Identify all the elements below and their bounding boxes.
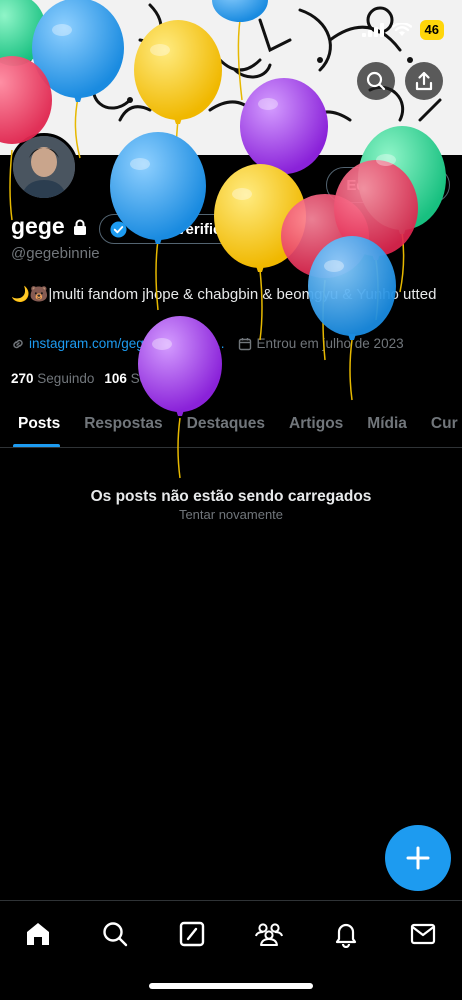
status-icons: 46 [361, 20, 444, 40]
follow-stats: 270 Seguindo 106 Seguidores [11, 371, 199, 386]
followers-link[interactable]: 106 Seguidores [104, 371, 199, 386]
nav-messages[interactable] [406, 917, 440, 951]
compose-post-button[interactable] [385, 825, 451, 891]
battery-icon: 46 [419, 20, 444, 40]
calendar-icon [239, 337, 252, 350]
notifications-icon [335, 923, 357, 948]
home-indicator[interactable] [149, 983, 313, 989]
tab-media[interactable]: Mídia [355, 400, 419, 447]
grok-icon [179, 921, 205, 947]
clock: 16:42 [48, 18, 102, 40]
tab-articles[interactable]: Artigos [277, 400, 355, 447]
user-handle: @gegebinnie [11, 245, 100, 262]
plus-icon [406, 846, 430, 870]
following-link[interactable]: 270 Seguindo [11, 371, 94, 386]
tab-posts[interactable]: Posts [0, 400, 72, 447]
nav-grok[interactable] [175, 917, 209, 951]
following-label: Seguindo [37, 371, 95, 386]
joined-date: Entrou em julho de 2023 [256, 336, 404, 351]
share-icon [415, 71, 433, 91]
feed-error-title: Os posts não estão sendo carregados [90, 488, 372, 505]
avatar[interactable] [10, 133, 78, 201]
share-button[interactable] [405, 62, 443, 100]
profile-tabs: Posts Respostas Destaques Artigos Mídia … [0, 400, 462, 448]
tab-replies[interactable]: Respostas [72, 400, 174, 447]
avatar-photo [13, 136, 75, 198]
home-icon [27, 923, 49, 945]
link-icon [13, 339, 23, 348]
nav-notifications[interactable] [329, 917, 363, 951]
signal-icon [361, 23, 384, 37]
get-verified-button[interactable]: Obter verificação [99, 214, 269, 244]
profile-meta: instagram.com/gegebi?igsh=M... Entrou em… [11, 336, 404, 351]
messages-icon [410, 923, 436, 945]
search-icon [103, 922, 128, 947]
nav-home[interactable] [21, 917, 55, 951]
wifi-icon [391, 23, 412, 36]
followers-label: Seguidores [130, 371, 199, 386]
communities-icon [255, 923, 283, 946]
tab-highlights[interactable]: Destaques [175, 400, 277, 447]
search-icon [366, 71, 386, 91]
get-verified-label: Obter verificação [133, 220, 256, 238]
profile-bio: 🌙🐻|multi fandom jhope & chabgbin & beomg… [11, 286, 437, 303]
search-button[interactable] [357, 62, 395, 100]
followers-count: 106 [104, 371, 127, 386]
edit-profile-button[interactable]: Editar perfil [326, 167, 450, 203]
status-bar: 16:42 46 [0, 0, 462, 60]
nav-search[interactable] [98, 917, 132, 951]
profile-name-row: gege [11, 213, 87, 240]
display-name: gege [11, 213, 65, 239]
verified-badge-icon [110, 220, 127, 238]
nav-communities[interactable] [252, 917, 286, 951]
lock-icon [73, 219, 86, 235]
following-count: 270 [11, 371, 34, 386]
retry-link[interactable]: Tentar novamente [0, 507, 462, 522]
profile-link[interactable]: instagram.com/gegebi?igsh=M... [29, 336, 224, 351]
tab-curated[interactable]: Cur [419, 400, 462, 447]
